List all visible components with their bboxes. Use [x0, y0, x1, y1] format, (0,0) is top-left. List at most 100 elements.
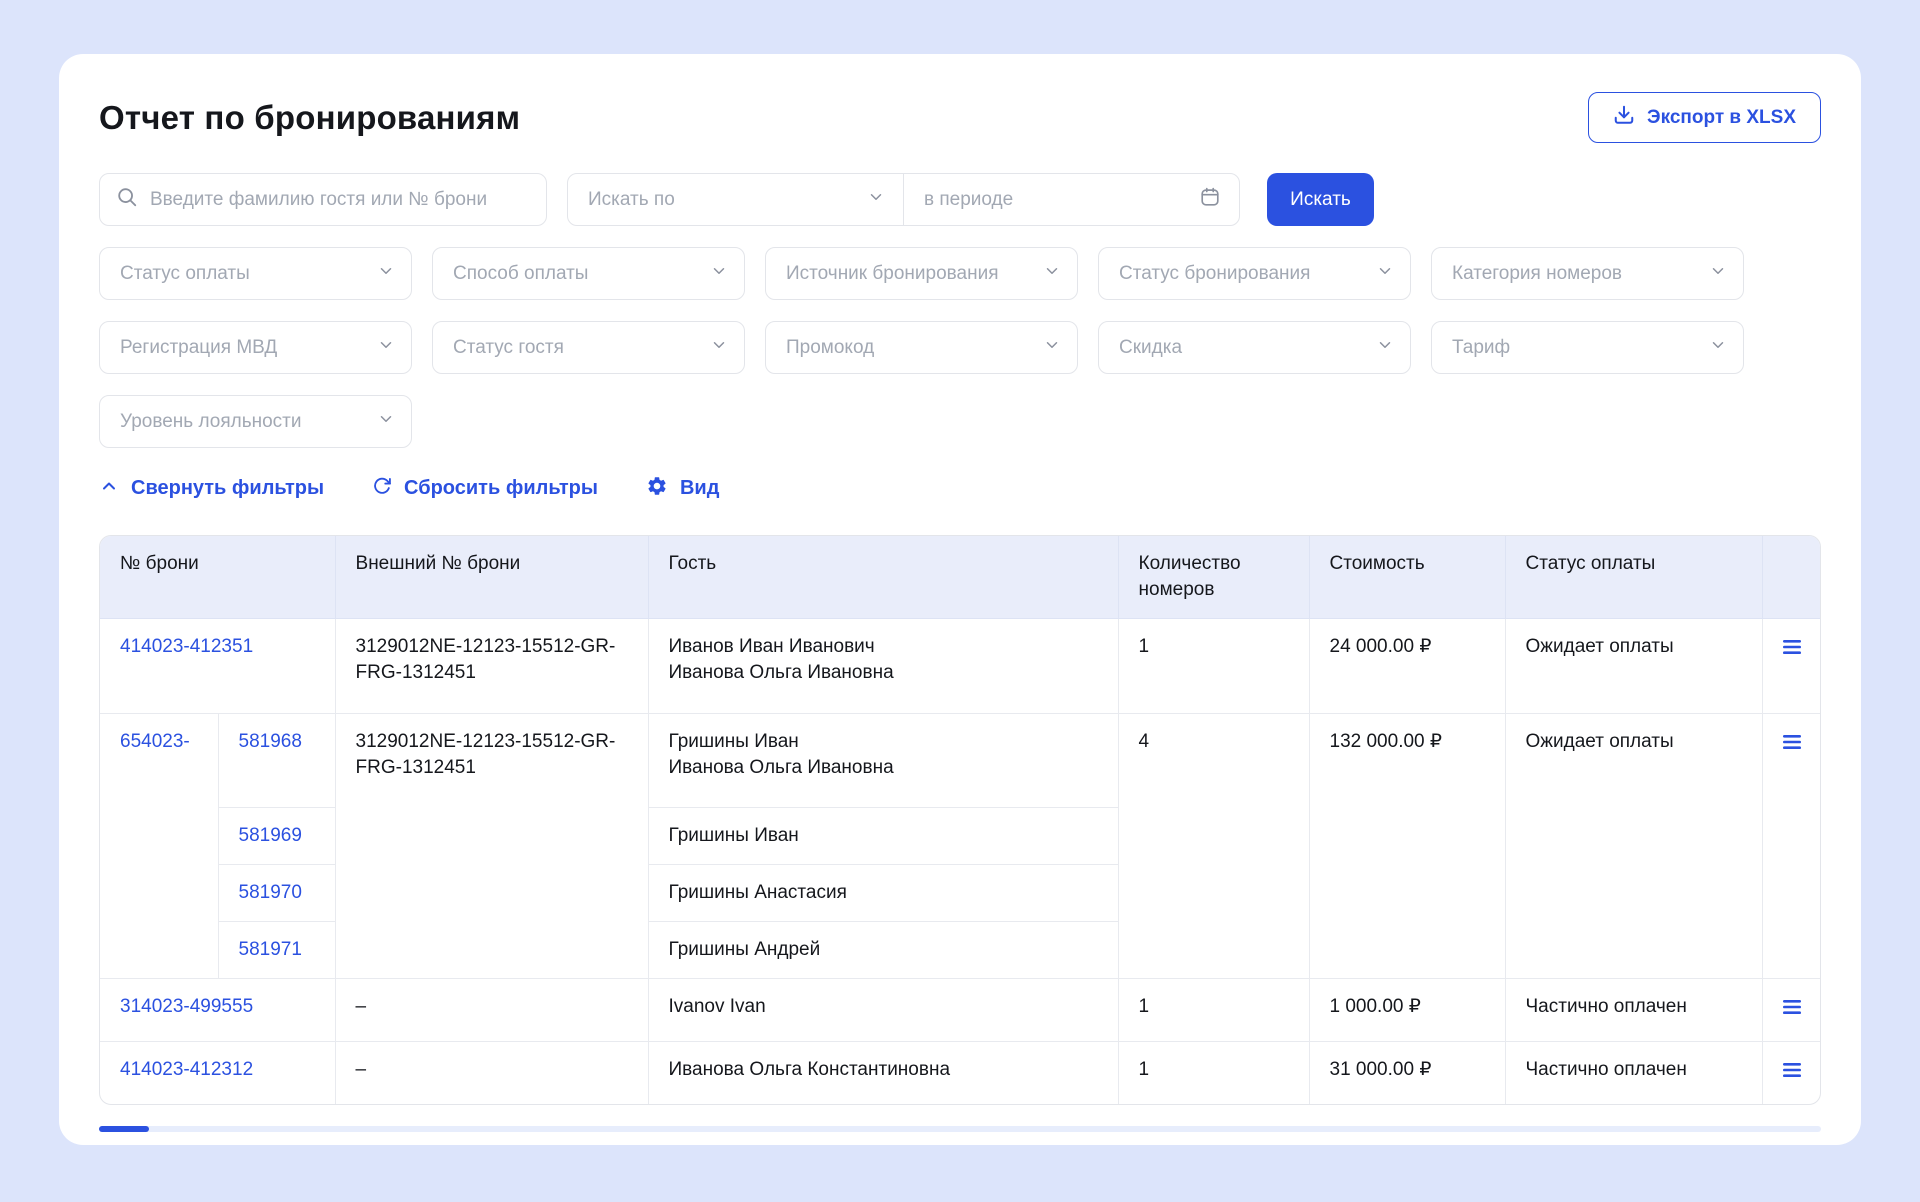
chevron-up-icon: [99, 476, 119, 502]
filter-label: Способ оплаты: [453, 263, 588, 285]
horizontal-scrollbar-track[interactable]: [99, 1126, 1821, 1132]
rooms-count: 4: [1118, 714, 1309, 979]
search-by-select[interactable]: Искать по: [568, 174, 903, 225]
reset-filters-link[interactable]: Сбросить фильтры: [372, 476, 598, 502]
page-title: Отчет по бронированиям: [99, 99, 520, 137]
view-settings-link[interactable]: Вид: [646, 475, 719, 503]
filter-payment-status[interactable]: Статус оплаты: [99, 247, 412, 300]
collapse-filters-label: Свернуть фильтры: [131, 477, 324, 500]
guest-name: Иванов Иван Иванович: [669, 634, 1098, 660]
filter-label: Статус гостя: [453, 337, 564, 359]
row-menu-button[interactable]: [1762, 979, 1821, 1042]
search-box: [99, 173, 547, 226]
chevron-down-icon: [710, 336, 728, 360]
filter-payment-method[interactable]: Способ оплаты: [432, 247, 745, 300]
guest-name: Иванова Ольга Константиновна: [669, 1057, 1098, 1083]
guest-name: Иванова Ольга Ивановна: [669, 755, 1098, 781]
filter-label: Статус оплаты: [120, 263, 250, 285]
guest-name: Гришины Андрей: [669, 937, 1098, 963]
guest-cell: Гришины Андрей: [648, 922, 1118, 979]
export-xlsx-button[interactable]: Экспорт в XLSX: [1588, 92, 1821, 143]
col-booking-number: № брони: [100, 536, 335, 619]
row-menu-button[interactable]: [1762, 619, 1821, 714]
export-button-label: Экспорт в XLSX: [1647, 107, 1796, 129]
guest-name: Гришины Иван: [669, 729, 1098, 755]
booking-number-link[interactable]: 414023-412351: [100, 619, 335, 714]
download-icon: [1613, 104, 1635, 132]
filter-booking-status[interactable]: Статус бронирования: [1098, 247, 1411, 300]
sub-booking-number-link[interactable]: 581968: [218, 714, 335, 808]
filter-tariff[interactable]: Тариф: [1431, 321, 1744, 374]
hamburger-menu-icon: [1782, 1060, 1802, 1086]
payment-status: Ожидает оплаты: [1505, 714, 1762, 979]
sub-booking-number-link[interactable]: 581970: [218, 865, 335, 922]
filter-promocode[interactable]: Промокод: [765, 321, 1078, 374]
filter-label: Тариф: [1452, 337, 1510, 359]
filter-label: Категория номеров: [1452, 263, 1622, 285]
calendar-icon: [1199, 186, 1221, 214]
external-number: –: [335, 979, 648, 1042]
guest-name: Гришины Анастасия: [669, 880, 1098, 906]
search-by-period-control: Искать по в периоде: [567, 173, 1240, 226]
payment-status: Частично оплачен: [1505, 1042, 1762, 1105]
sub-booking-number-link[interactable]: 581971: [218, 922, 335, 979]
filter-mvd-registration[interactable]: Регистрация МВД: [99, 321, 412, 374]
price: 132 000.00 ₽: [1309, 714, 1505, 979]
gear-icon: [646, 475, 668, 503]
payment-status: Частично оплачен: [1505, 979, 1762, 1042]
report-card: Отчет по бронированиям Экспорт в XLSX: [59, 54, 1861, 1145]
filter-row-1: Статус оплаты Способ оплаты Источник бро…: [99, 247, 1821, 300]
booking-number-prefix-link[interactable]: 654023-: [100, 714, 218, 979]
table-row: 414023-412312 – Иванова Ольга Константин…: [100, 1042, 1821, 1105]
collapse-filters-link[interactable]: Свернуть фильтры: [99, 476, 324, 502]
period-date-input[interactable]: в периоде: [904, 174, 1239, 225]
chevron-down-icon: [1709, 336, 1727, 360]
row-menu-button[interactable]: [1762, 1042, 1821, 1105]
payment-status: Ожидает оплаты: [1505, 619, 1762, 714]
horizontal-scrollbar-thumb[interactable]: [99, 1126, 149, 1132]
filter-label: Регистрация МВД: [120, 337, 277, 359]
filter-label: Статус бронирования: [1119, 263, 1310, 285]
filter-room-category[interactable]: Категория номеров: [1431, 247, 1744, 300]
rooms-count: 1: [1118, 1042, 1309, 1105]
rooms-count: 1: [1118, 979, 1309, 1042]
search-by-label: Искать по: [588, 189, 675, 211]
search-submit-button[interactable]: Искать: [1267, 173, 1374, 226]
chevron-down-icon: [1376, 262, 1394, 286]
rooms-count: 1: [1118, 619, 1309, 714]
filter-booking-source[interactable]: Источник бронирования: [765, 247, 1078, 300]
col-payment-status: Статус оплаты: [1505, 536, 1762, 619]
price: 1 000.00 ₽: [1309, 979, 1505, 1042]
period-label: в периоде: [924, 189, 1013, 211]
table-row: 414023-412351 3129012NE-12123-15512-GR-F…: [100, 619, 1821, 714]
col-rooms-count: Количество номеров: [1118, 536, 1309, 619]
col-external-number: Внешний № брони: [335, 536, 648, 619]
booking-number-link[interactable]: 314023-499555: [100, 979, 335, 1042]
col-guest: Гость: [648, 536, 1118, 619]
row-menu-button[interactable]: [1762, 714, 1821, 979]
filter-discount[interactable]: Скидка: [1098, 321, 1411, 374]
chevron-down-icon: [710, 262, 728, 286]
booking-number-link[interactable]: 414023-412312: [100, 1042, 335, 1105]
table-row: 314023-499555 – Ivanov Ivan 1 1 000.00 ₽…: [100, 979, 1821, 1042]
guest-name: Ivanov Ivan: [669, 994, 1098, 1020]
chevron-down-icon: [867, 188, 885, 212]
filter-label: Источник бронирования: [786, 263, 999, 285]
filter-row-2: Регистрация МВД Статус гостя Промокод Ск…: [99, 321, 1821, 374]
filter-label: Промокод: [786, 337, 874, 359]
filter-actions-row: Свернуть фильтры Сбросить фильтры Вид: [99, 475, 1821, 502]
filter-guest-status[interactable]: Статус гостя: [432, 321, 745, 374]
guest-cell: Гришины Иван Иванова Ольга Ивановна: [648, 714, 1118, 808]
external-number: 3129012NE-12123-15512-GR-FRG-1312451: [335, 619, 648, 714]
chevron-down-icon: [1043, 336, 1061, 360]
search-input[interactable]: [150, 189, 530, 211]
chevron-down-icon: [377, 336, 395, 360]
table-row-group: 654023- 581968 3129012NE-12123-15512-GR-…: [100, 714, 1821, 808]
guest-name: Иванова Ольга Ивановна: [669, 660, 1098, 686]
sub-booking-number-link[interactable]: 581969: [218, 808, 335, 865]
filter-loyalty-level[interactable]: Уровень лояльности: [99, 395, 412, 448]
filter-label: Уровень лояльности: [120, 411, 301, 433]
chevron-down-icon: [377, 410, 395, 434]
card-header: Отчет по бронированиям Экспорт в XLSX: [99, 92, 1821, 143]
chevron-down-icon: [1376, 336, 1394, 360]
